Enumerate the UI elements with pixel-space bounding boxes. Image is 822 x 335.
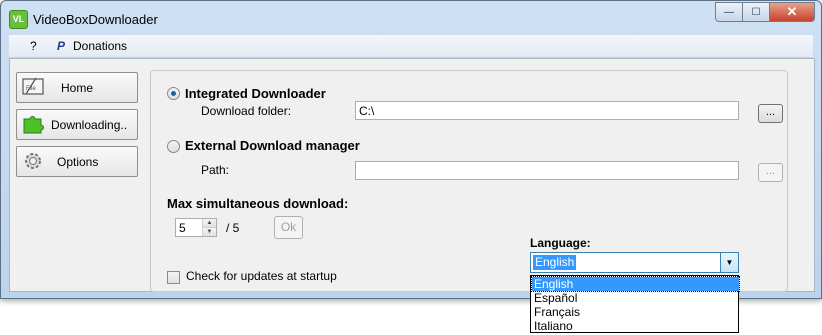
svg-text:File: File (26, 86, 36, 92)
max-downloads-stepper[interactable]: 5 ▲ ▼ (175, 218, 217, 237)
gear-icon (25, 153, 41, 169)
language-select[interactable]: English ▼ (530, 252, 739, 273)
stepper-up-icon[interactable]: ▲ (203, 219, 216, 228)
minimize-button[interactable]: — (715, 2, 743, 22)
sidebar-item-home[interactable]: File Home (16, 72, 138, 103)
ok-button[interactable]: Ok (274, 216, 303, 239)
integrated-downloader-label: Integrated Downloader (185, 86, 326, 101)
sidebar-item-downloading[interactable]: Downloading.. (16, 109, 138, 140)
language-selected-value: English (533, 255, 577, 270)
external-manager-radio[interactable] (167, 140, 180, 153)
window-controls: — ☐ ✕ (715, 2, 815, 22)
donations-menu[interactable]: Donations (73, 39, 127, 53)
language-option[interactable]: Italiano (532, 319, 739, 333)
file-icon: File (22, 77, 44, 95)
max-downloads-label: Max simultaneous download: (167, 196, 349, 211)
download-folder-label: Download folder: (201, 104, 292, 118)
sidebar-item-label: Downloading.. (51, 118, 128, 132)
language-option[interactable]: Français (532, 305, 739, 319)
language-label: Language: (530, 236, 591, 250)
external-manager-label: External Download manager (185, 138, 360, 153)
sidebar-item-label: Home (61, 81, 94, 95)
path-label: Path: (201, 163, 230, 177)
stepper-down-icon[interactable]: ▼ (203, 228, 216, 236)
path-input[interactable] (355, 161, 739, 180)
help-menu[interactable]: ? (30, 39, 37, 53)
app-logo-icon: VL (9, 10, 28, 29)
integrated-downloader-radio[interactable] (167, 87, 180, 100)
window-title: VideoBoxDownloader (33, 12, 158, 27)
sidebar-item-label: Options (57, 155, 99, 169)
close-button[interactable]: ✕ (770, 2, 815, 22)
menu-bar: ? P Donations (9, 35, 813, 58)
maximize-button[interactable]: ☐ (743, 2, 770, 22)
check-updates-checkbox[interactable] (167, 271, 180, 284)
check-updates-label: Check for updates at startup (186, 269, 337, 283)
language-option[interactable]: Español (532, 291, 739, 305)
max-downloads-total: / 5 (226, 221, 240, 235)
max-downloads-value: 5 (179, 221, 186, 235)
chevron-down-icon[interactable]: ▼ (720, 253, 738, 272)
paypal-icon: P (57, 39, 66, 53)
language-dropdown-list: English Español Français Italiano (530, 275, 740, 333)
title-bar[interactable]: VL VideoBoxDownloader — ☐ ✕ (1, 1, 821, 35)
language-option[interactable]: English (531, 276, 740, 292)
browse-path-button[interactable]: ... (758, 163, 783, 182)
browse-folder-button[interactable]: ... (758, 104, 783, 123)
stepper-arrows: ▲ ▼ (202, 219, 216, 236)
download-folder-input[interactable]: C:\ (355, 101, 739, 120)
sidebar-item-options[interactable]: Options (16, 146, 138, 177)
puzzle-icon (23, 116, 44, 134)
